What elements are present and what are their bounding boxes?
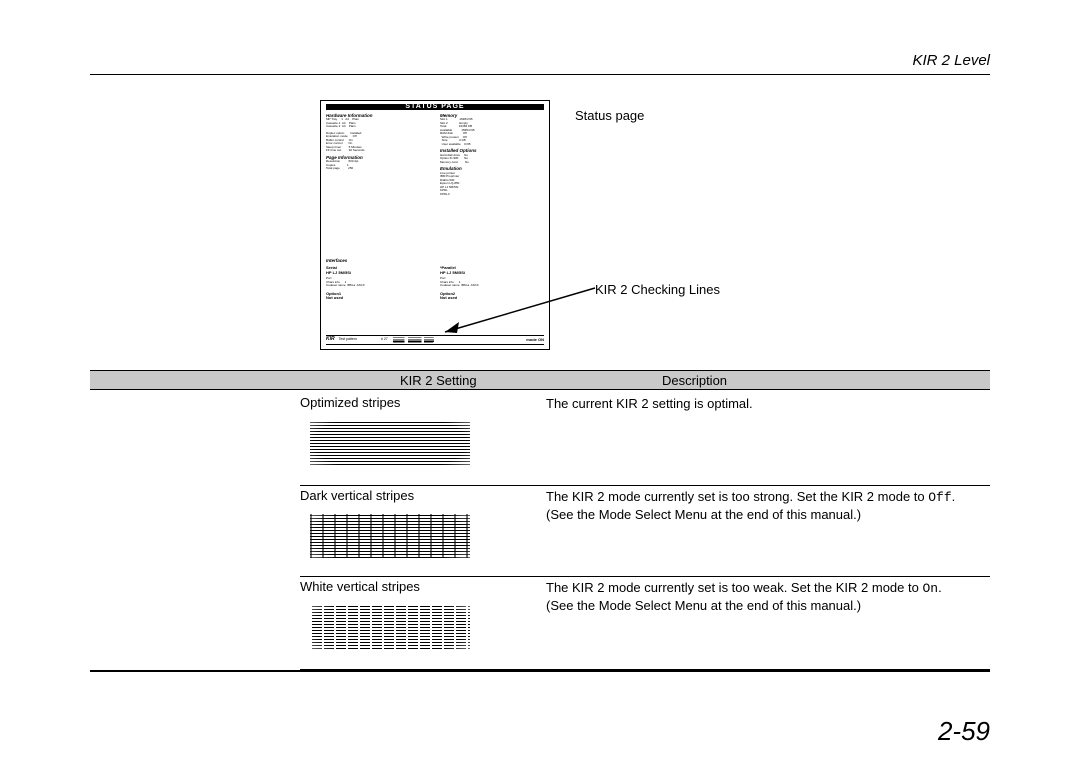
rule-top [90, 74, 990, 75]
table-row: Optimized stripes The current KIR 2 sett… [300, 393, 990, 486]
st-hardware-1: MP Tray 1 A4 Plain Cassette 1 A4 Plain C… [326, 118, 430, 129]
st-parallel-body: Port Chars info. 1 Codeset name IBM-a AS… [440, 277, 544, 288]
callout-kir-lines: KIR 2 Checking Lines [595, 282, 720, 297]
st-h-installed: Installed Options [440, 149, 544, 153]
st-option2-val: Not used [440, 295, 457, 300]
st-kir-sample [392, 337, 434, 343]
st-kir-test: Test pattern [339, 338, 357, 342]
st-option1-val: Not used [326, 295, 343, 300]
table-header: KIR 2 Setting Description [90, 370, 990, 390]
manual-page: KIR 2 Level STATUS PAGE Hardware Informa… [0, 0, 1080, 764]
status-page-thumbnail: STATUS PAGE Hardware Information MP Tray… [320, 100, 550, 350]
status-page-title: STATUS PAGE [326, 104, 544, 110]
row-desc: The KIR 2 mode currently set is too stro… [546, 488, 980, 523]
st-kir-label: KIR [326, 338, 335, 342]
table-row: Dark vertical stripes The KIR 2 mode cur… [300, 486, 990, 577]
th-desc: Description [662, 373, 727, 388]
st-hardware-2: Duplex option Installed Emulation mode O… [326, 132, 430, 153]
st-h-emul: Emulation [440, 167, 544, 171]
st-h-interfaces: Interfaces [326, 259, 544, 263]
callout-status-page: Status page [575, 108, 644, 123]
st-kir-mode: mode ON [526, 338, 544, 342]
st-memory: Slot 1 16384 KB Slot 2 Empty Total 16384… [440, 118, 544, 146]
stripe-sample-dark [310, 514, 470, 558]
st-page-1: Resolution 600 dpi Copies 1 Total page 2… [326, 160, 430, 171]
st-serial-model: HP LJ 5M/5Si [326, 270, 351, 275]
st-parallel-model: HP LJ 5M/5Si [440, 270, 465, 275]
row-name: Dark vertical stripes [300, 488, 414, 503]
st-installed: Hard disk drive No Option IF-900 No Memo… [440, 154, 544, 165]
th-setting: KIR 2 Setting [400, 373, 477, 388]
stripe-sample-optimized [310, 421, 470, 465]
page-number: 2-59 [938, 716, 990, 747]
st-kir-line: KIR Test pattern # 27 mode ON [326, 335, 544, 345]
row-desc: The current KIR 2 setting is optimal. [546, 395, 980, 412]
stripe-sample-white [310, 605, 470, 649]
st-emul: Line printer IBM Proprinter Diablo 630 E… [440, 172, 544, 197]
table-row: White vertical stripes The KIR 2 mode cu… [300, 577, 990, 670]
st-kir-num: # 27 [381, 338, 388, 342]
section-title: KIR 2 Level [912, 52, 990, 69]
rule-bottom [90, 670, 990, 672]
st-serial-body: Port Chars info. 1 Codeset name IBM-a AS… [326, 277, 430, 288]
row-name: Optimized stripes [300, 395, 400, 410]
row-desc: The KIR 2 mode currently set is too weak… [546, 579, 980, 614]
row-name: White vertical stripes [300, 579, 420, 594]
